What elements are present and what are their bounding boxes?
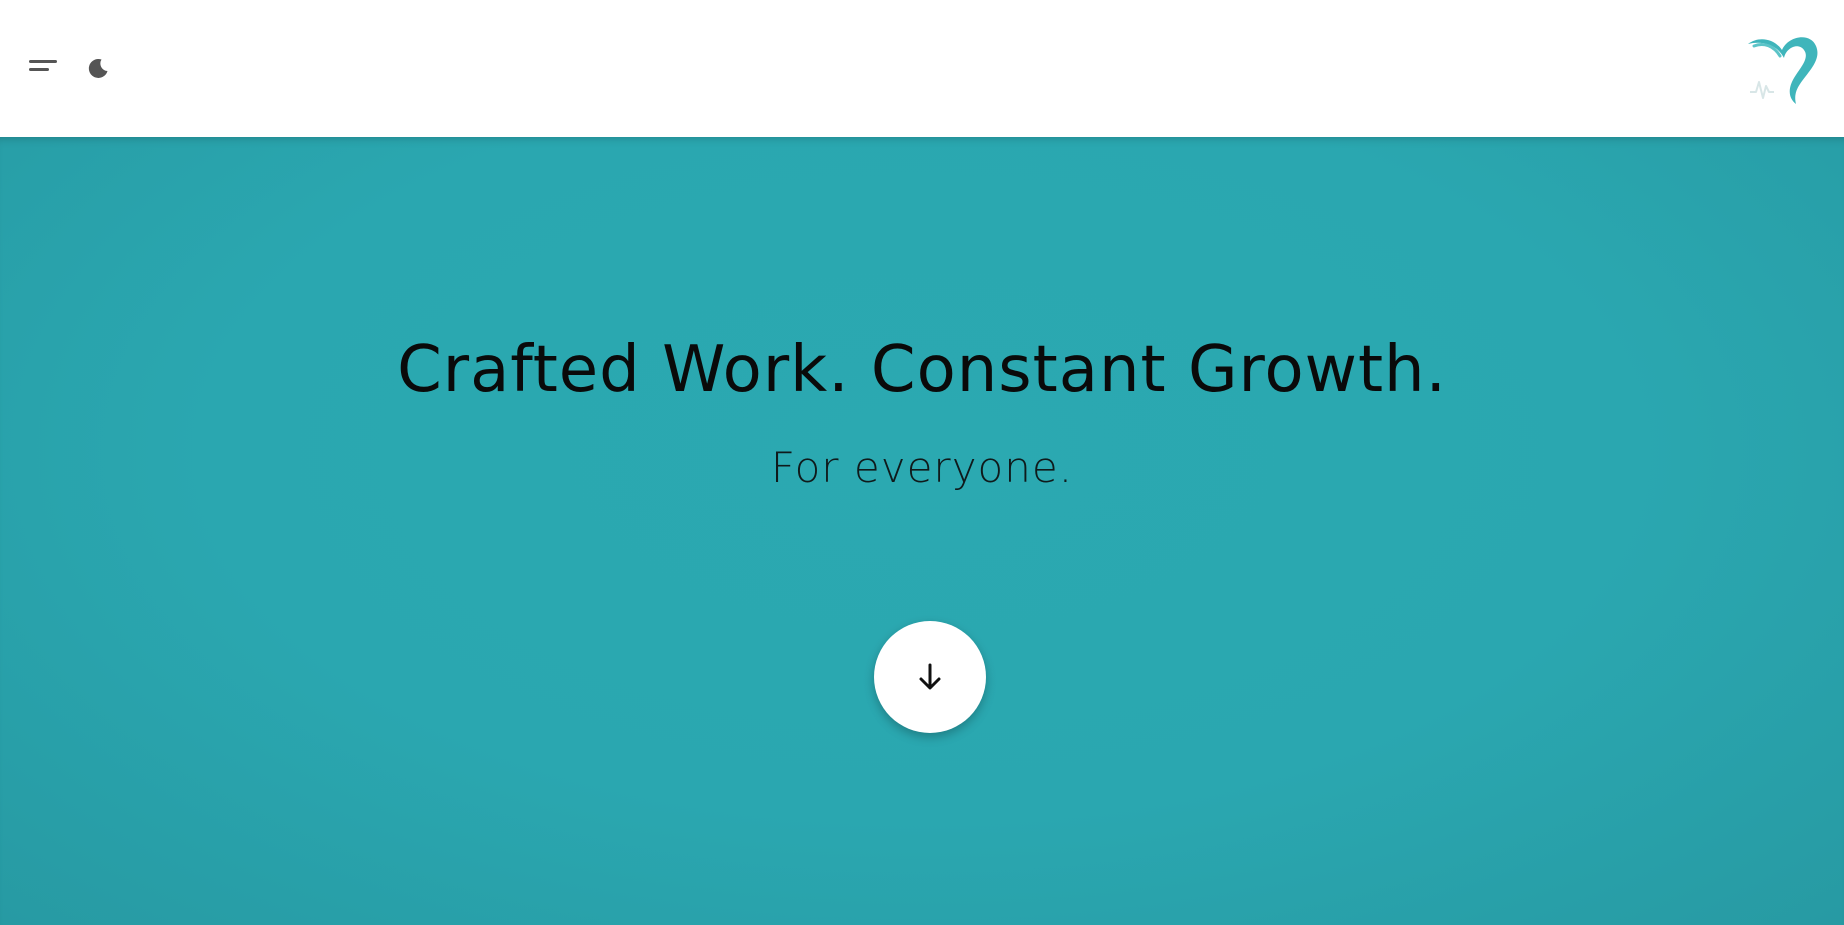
hero-title: Crafted Work. Constant Growth. (397, 333, 1447, 407)
site-header (0, 0, 1844, 137)
site-logo[interactable] (1744, 34, 1824, 108)
hero-section: Crafted Work. Constant Growth. For every… (0, 137, 1844, 925)
moon-icon (88, 58, 108, 78)
scroll-down-button[interactable] (874, 621, 986, 733)
hero-subtitle: For everyone. (770, 443, 1074, 492)
arrow-down-icon (919, 663, 941, 690)
heart-question-logo (1748, 37, 1818, 104)
menu-line (29, 68, 49, 71)
theme-toggle-button[interactable] (84, 54, 112, 82)
menu-button[interactable] (26, 56, 60, 80)
menu-line (29, 60, 57, 63)
